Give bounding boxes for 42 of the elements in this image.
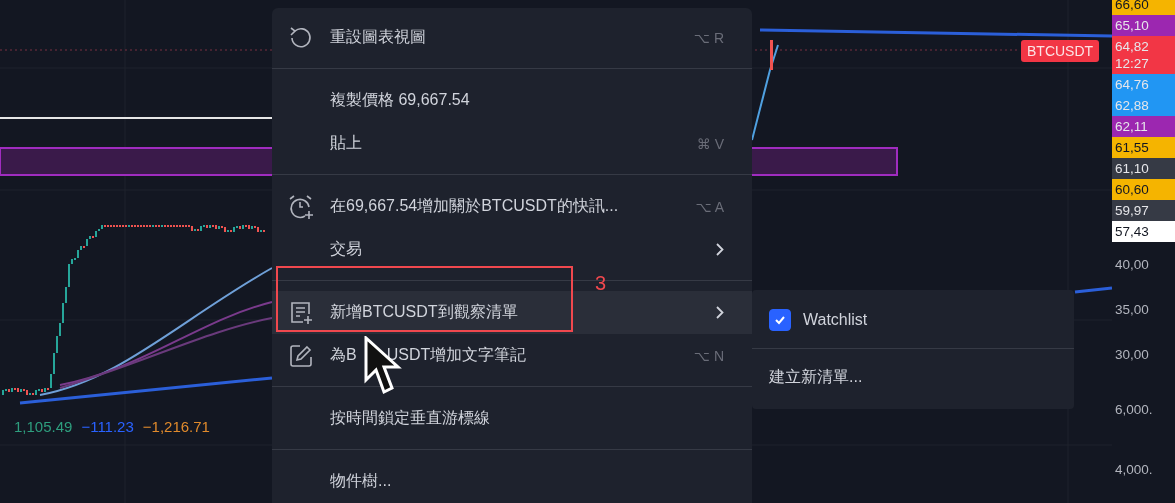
menu-item[interactable]: 物件樹... <box>272 460 752 503</box>
price-tag: 61,55 <box>1112 137 1175 158</box>
list-add-icon <box>288 299 314 326</box>
price-tag: 57,43 <box>1112 221 1175 242</box>
price-tag: 62,88 <box>1112 95 1175 116</box>
menu-item[interactable]: 建立新清單... <box>752 353 1074 401</box>
checkbox[interactable] <box>769 309 791 331</box>
trend-line <box>1074 286 1112 294</box>
shortcut-text: ⌥ R <box>693 29 724 46</box>
price-tag: 66,60 <box>1112 0 1175 15</box>
menu-item[interactable]: 按時間鎖定垂直游標線 <box>272 397 752 450</box>
reset-icon <box>288 24 314 51</box>
menu-item[interactable]: 在69,667.54增加關於BTCUSDT的快訊... ⌥ A <box>272 185 752 228</box>
menu-item[interactable]: 複製價格 69,667.54 <box>272 79 752 122</box>
chevron-right-icon <box>716 306 724 319</box>
edit-icon <box>288 342 314 369</box>
shortcut-text: ⌥ N <box>693 347 724 364</box>
shortcut-text: ⌥ A <box>695 198 724 215</box>
indicator-value: −1,216.71 <box>142 418 210 435</box>
price-tag: 62,11 <box>1112 116 1175 137</box>
price-scale-label: 40,00 <box>1115 256 1150 274</box>
price-scale-label: 35,00 <box>1115 301 1150 319</box>
price-scale-label: 30,00 <box>1115 346 1150 364</box>
price-tag: 60,60 <box>1112 179 1175 200</box>
price-tag: 64,76 <box>1112 74 1175 95</box>
shortcut-text: ⌘ V <box>696 135 724 152</box>
alarm-add-icon <box>287 192 315 221</box>
menu-item[interactable]: 貼上 ⌘ V <box>272 122 752 175</box>
price-scale-label: 6,000. <box>1115 401 1154 419</box>
indicator-value: −111.23 <box>81 418 134 435</box>
price-scale-label: 4,000. <box>1115 461 1154 479</box>
candlestick <box>770 40 773 70</box>
watchlist-option[interactable]: Watchlist <box>752 296 1074 344</box>
price-tag: 59,97 <box>1112 200 1175 221</box>
chevron-right-icon <box>716 243 724 256</box>
menu-item[interactable]: 新增BTCUSDT到觀察清單 <box>272 291 752 334</box>
price-tag: 61,10 <box>1112 158 1175 179</box>
indicator-value: 1,105.49 <box>14 418 73 435</box>
symbol-price-tag: BTCUSDT <box>1021 40 1100 62</box>
menu-item[interactable]: 重設圖表視圖 ⌥ R <box>272 16 752 69</box>
price-tag: 65,10 <box>1112 15 1175 36</box>
price-tag: 64,82 12:27 <box>1112 36 1175 74</box>
